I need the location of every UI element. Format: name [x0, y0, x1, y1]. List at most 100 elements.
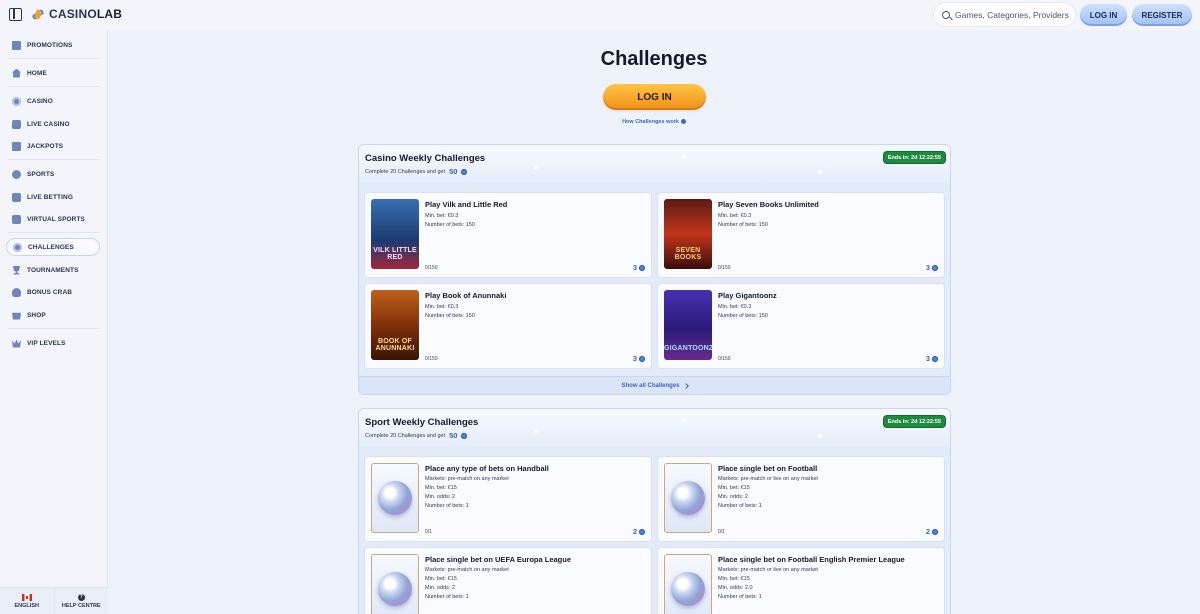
card-detail: Min. bet: €15 [718, 485, 750, 491]
sidebar-item-vip-levels[interactable]: VIP LEVELS [6, 334, 100, 352]
shop-icon [12, 312, 21, 320]
card-detail: Min. bet: €15 [718, 576, 750, 582]
casino-weekly-challenges-panel: Casino Weekly Challenges Complete 20 Cha… [358, 144, 951, 395]
card-progress: 0/150 [425, 265, 438, 271]
card-detail: Number of bets: 150 [425, 222, 475, 228]
sidebar-divider [8, 86, 100, 87]
sidebar-item-live-betting[interactable]: LIVE BETTING [6, 188, 100, 206]
sidebar-item-casino[interactable]: CASINO [6, 92, 100, 110]
language-selector[interactable]: ENGLISH [0, 588, 54, 614]
sidebar-divider [8, 58, 100, 59]
card-title: Place single bet on UEFA Europa League [425, 555, 572, 564]
coin-icon [932, 264, 938, 271]
card-detail: Min. bet: €15 [425, 576, 457, 582]
card-detail: Min. bet: €0.3 [425, 213, 459, 219]
sidebar: PROMOTIONS HOME CASINO LIVE CASINO JACKP… [0, 30, 108, 614]
card-reward: 3 [633, 263, 645, 272]
card-progress: 0/150 [718, 265, 731, 271]
card-progress: 0/150 [425, 356, 438, 362]
card-detail: Number of bets: 150 [718, 313, 768, 319]
sidebar-footer: ENGLISH ? HELP CENTRE [0, 587, 108, 614]
sidebar-item-promotions[interactable]: PROMOTIONS [6, 36, 100, 54]
sidebar-item-sports[interactable]: SPORTS [6, 165, 100, 183]
coin-icon [932, 355, 938, 362]
challenge-card[interactable]: Place single bet on UEFA Europa League M… [364, 547, 652, 614]
ball-icon [378, 481, 412, 515]
home-icon [12, 68, 21, 78]
card-detail: Min. bet: €15 [425, 485, 457, 491]
card-title: Place single bet on Football English Pre… [718, 555, 905, 564]
panel-header: Casino Weekly Challenges Complete 20 Cha… [359, 145, 950, 183]
panel-subtitle: Complete 20 Challenges and get 50 [365, 431, 468, 440]
card-title: Play Seven Books Unlimited [718, 200, 819, 209]
card-detail: Number of bets: 150 [425, 313, 475, 319]
sport-thumbnail [664, 463, 712, 533]
coin-icon [639, 528, 645, 535]
challenge-card[interactable]: Place any type of bets on Handball Marke… [364, 456, 652, 542]
challenge-card[interactable]: BOOK OF ANUNNAKI Play Book of Anunnaki M… [364, 283, 652, 369]
challenge-card[interactable]: Place single bet on Football English Pre… [657, 547, 945, 614]
game-thumbnail: VILK LITTLE RED [371, 199, 419, 269]
card-detail: Number of bets: 1 [425, 503, 469, 509]
card-detail: Min. odds: 2 [718, 494, 748, 500]
game-thumbnail: BOOK OF ANUNNAKI [371, 290, 419, 360]
chevron-right-icon [682, 382, 689, 389]
card-detail: Number of bets: 1 [425, 594, 469, 600]
sport-weekly-challenges-panel: Sport Weekly Challenges Complete 20 Chal… [358, 408, 951, 614]
sidebar-item-jackpots[interactable]: JACKPOTS [6, 137, 100, 155]
challenge-card[interactable]: GIGANTOONZ Play Gigantoonz Min. bet: €0.… [657, 283, 945, 369]
card-detail: Markets: pre-match on any market [425, 567, 509, 573]
card-title: Play Book of Anunnaki [425, 291, 507, 300]
sidebar-item-live-casino[interactable]: LIVE CASINO [6, 115, 100, 133]
help-centre-link[interactable]: ? HELP CENTRE [53, 588, 108, 614]
sidebar-toggle-icon[interactable] [9, 8, 22, 21]
search-icon [942, 10, 950, 19]
sidebar-item-virtual-sports[interactable]: VIRTUAL SPORTS [6, 210, 100, 228]
live-betting-icon [12, 192, 21, 202]
card-reward: 2 [926, 527, 938, 536]
sidebar-item-challenges[interactable]: CHALLENGES [6, 238, 100, 256]
sports-ball-icon [12, 169, 21, 179]
logo[interactable]: CASINOLAB [32, 7, 122, 21]
challenge-card[interactable]: VILK LITTLE RED Play Vilk and Little Red… [364, 192, 652, 278]
card-progress: 0/150 [718, 356, 731, 362]
sport-thumbnail [371, 463, 419, 533]
card-detail: Markets: pre-match on any market [425, 476, 509, 482]
challenge-card[interactable]: SEVEN BOOKS Play Seven Books Unlimited M… [657, 192, 945, 278]
canada-flag-icon [21, 593, 32, 601]
main-login-button[interactable]: LOG IN [603, 84, 706, 110]
sidebar-item-shop[interactable]: SHOP [6, 306, 100, 324]
show-all-challenges-link[interactable]: Show all Challenges [359, 376, 950, 394]
challenge-card[interactable]: Place single bet on Football Markets: pr… [657, 456, 945, 542]
ball-icon [671, 572, 705, 606]
login-button[interactable]: LOG IN [1080, 4, 1127, 26]
page-title: Challenges [600, 48, 708, 70]
sport-thumbnail [664, 554, 712, 614]
sidebar-item-bonus-crab[interactable]: BONUS CRAB [6, 283, 100, 301]
panel-title: Casino Weekly Challenges [365, 153, 486, 164]
trophy-icon [12, 265, 21, 275]
sidebar-item-tournaments[interactable]: TOURNAMENTS [6, 261, 100, 279]
virtual-sports-icon [12, 214, 21, 224]
logo-text: CASINOLAB [49, 7, 123, 21]
search-input[interactable]: Games, Categories, Providers [934, 3, 1075, 26]
card-reward: 2 [633, 527, 645, 536]
card-detail: Min. bet: €0.3 [718, 213, 752, 219]
game-thumbnail: GIGANTOONZ [664, 290, 712, 360]
card-detail: Min. odds: 2 [425, 494, 455, 500]
sidebar-item-home[interactable]: HOME [6, 64, 100, 82]
card-detail: Number of bets: 1 [718, 503, 762, 509]
search-placeholder: Games, Categories, Providers [955, 9, 1069, 20]
how-challenges-work-link[interactable]: How Challenges work [108, 119, 1200, 125]
coin-icon [461, 168, 468, 175]
crown-icon [12, 339, 21, 348]
game-thumbnail: SEVEN BOOKS [664, 199, 712, 269]
coin-icon [639, 355, 645, 362]
crab-icon [12, 287, 21, 297]
card-reward: 3 [926, 354, 938, 363]
card-title: Play Gigantoonz [718, 291, 777, 300]
card-detail: Number of bets: 1 [718, 594, 762, 600]
card-title: Place single bet on Football [718, 464, 818, 473]
panel-subtitle: Complete 20 Challenges and get 50 [365, 167, 468, 176]
register-button[interactable]: REGISTER [1132, 4, 1192, 26]
